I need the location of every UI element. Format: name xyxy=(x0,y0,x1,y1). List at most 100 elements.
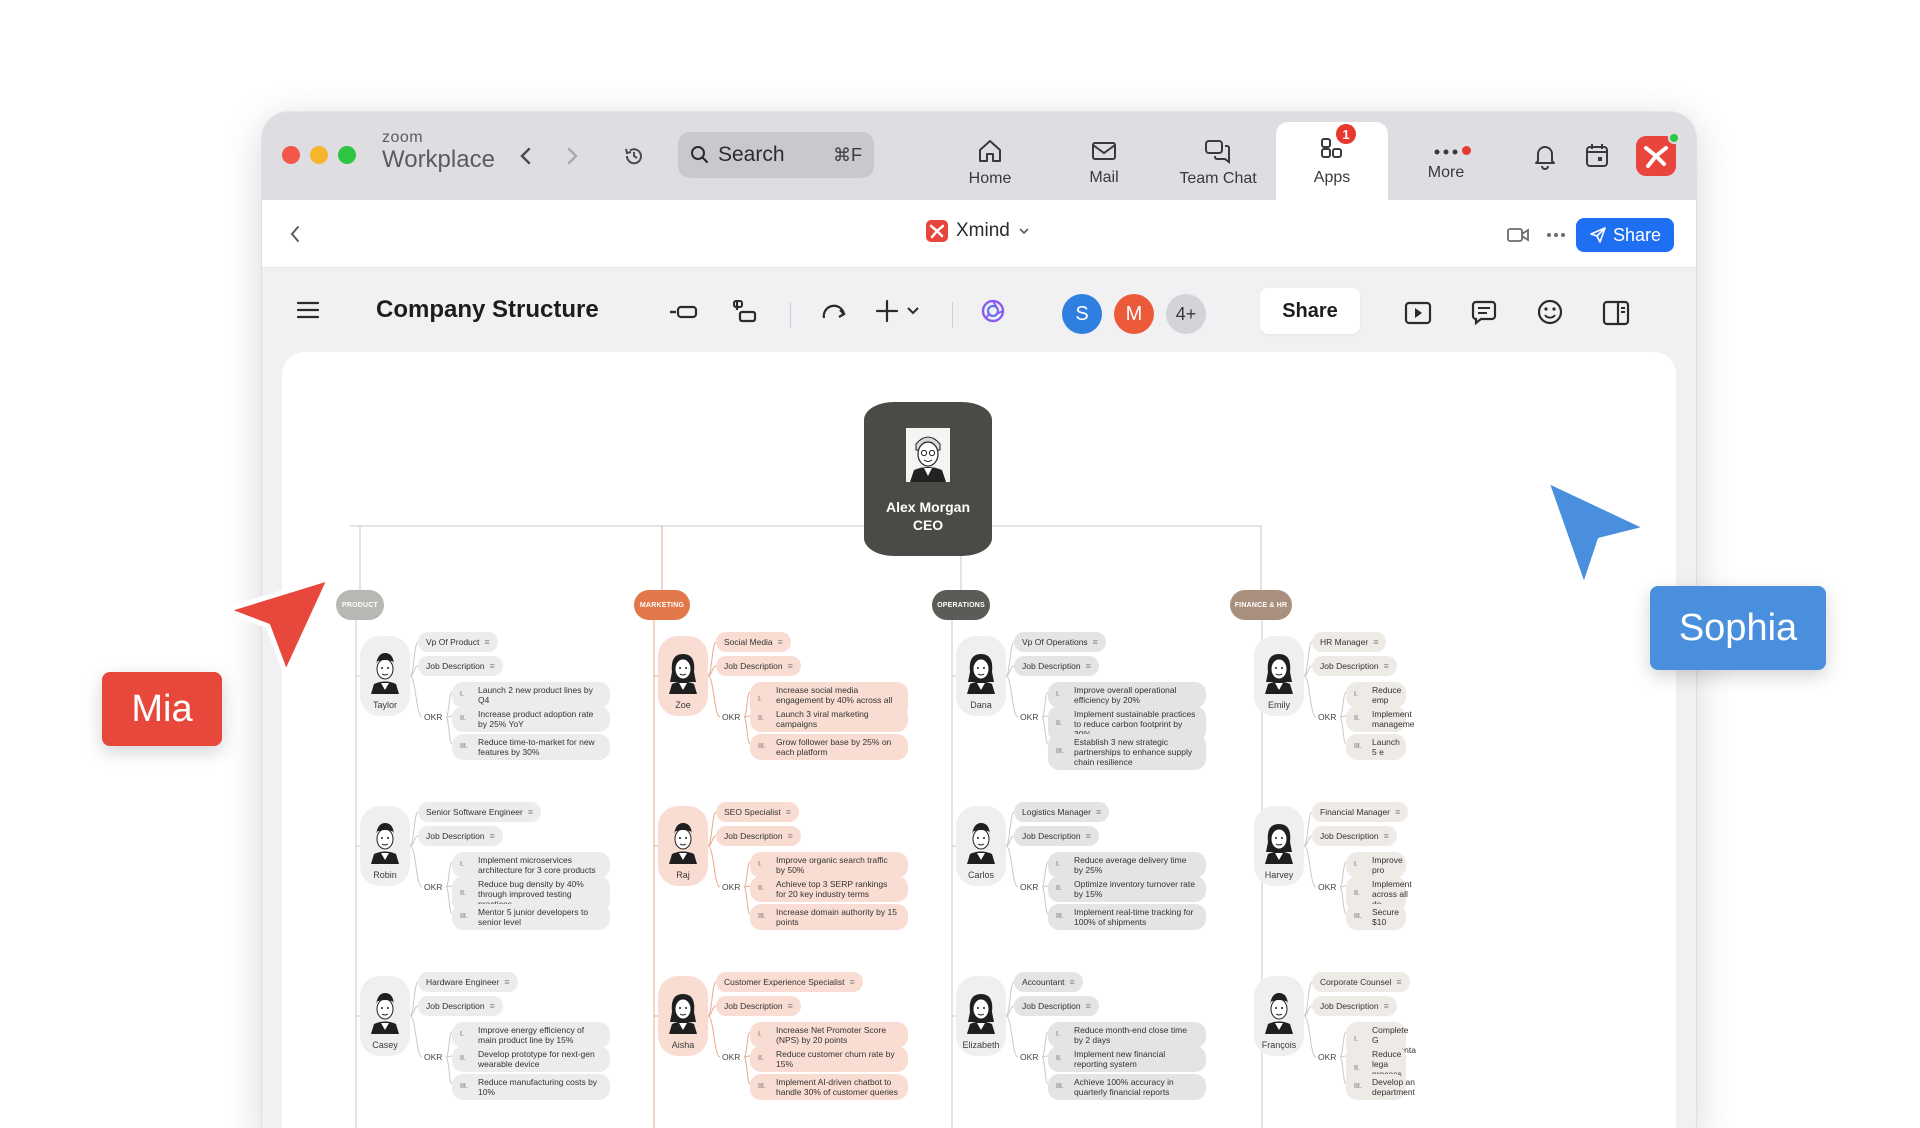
comment-icon[interactable] xyxy=(1470,300,1498,326)
job-description-chip[interactable]: Job Description ≡ xyxy=(418,656,503,676)
role-chip[interactable]: Accountant ≡ xyxy=(1014,972,1083,992)
role-chip[interactable]: Logistics Manager ≡ xyxy=(1014,802,1110,822)
okr-label[interactable]: OKR xyxy=(424,882,442,892)
okr-goal[interactable]: I. Improve pro xyxy=(1346,852,1406,878)
relationship-icon[interactable] xyxy=(820,300,848,324)
role-chip[interactable]: Vp Of Product ≡ xyxy=(418,632,498,652)
nav-team-chat[interactable]: Team Chat xyxy=(1162,126,1274,200)
okr-goal[interactable]: I. Reduce average delivery time by 25% xyxy=(1048,852,1206,878)
okr-label[interactable]: OKR xyxy=(722,712,740,722)
job-description-chip[interactable]: Job Description ≡ xyxy=(1014,826,1099,846)
search-input[interactable]: Search ⌘F xyxy=(678,132,874,178)
plus-icon[interactable] xyxy=(874,298,900,324)
share-button[interactable]: Share xyxy=(1260,288,1360,334)
ai-icon[interactable] xyxy=(978,296,1008,326)
department-topic[interactable]: MARKETING xyxy=(634,590,690,620)
job-description-chip[interactable]: Job Description ≡ xyxy=(418,826,503,846)
emoji-icon[interactable] xyxy=(1536,298,1564,326)
okr-label[interactable]: OKR xyxy=(424,1052,442,1062)
nav-home[interactable]: Home xyxy=(934,126,1046,200)
okr-goal[interactable]: III. Grow follower base by 25% on each pl… xyxy=(750,734,908,760)
okr-goal[interactable]: III. Mentor 5 junior developers to senior… xyxy=(452,904,610,930)
job-description-chip[interactable]: Job Description ≡ xyxy=(1312,826,1397,846)
subtopic-icon[interactable] xyxy=(732,298,758,324)
more-collaborators[interactable]: 4+ xyxy=(1166,294,1206,334)
okr-goal[interactable]: I. Reduce month-end close time by 2 days xyxy=(1048,1022,1206,1048)
insert-dropdown-icon[interactable] xyxy=(906,306,920,316)
job-description-chip[interactable]: Job Description ≡ xyxy=(1014,656,1099,676)
person-card[interactable]: Casey xyxy=(360,976,410,1056)
forward-arrow-icon[interactable] xyxy=(564,146,580,166)
back-arrow-icon[interactable] xyxy=(518,146,534,166)
okr-goal[interactable]: III. Implement real-time tracking for 100… xyxy=(1048,904,1206,930)
job-description-chip[interactable]: Job Description ≡ xyxy=(418,996,503,1016)
okr-goal[interactable]: III. Reduce manufacturing costs by 10% xyxy=(452,1074,610,1100)
person-card[interactable]: Taylor xyxy=(360,636,410,716)
job-description-chip[interactable]: Job Description ≡ xyxy=(1312,996,1397,1016)
collaborator-avatar-m[interactable]: M xyxy=(1114,294,1154,334)
okr-label[interactable]: OKR xyxy=(722,882,740,892)
okr-label[interactable]: OKR xyxy=(1020,712,1038,722)
okr-goal[interactable]: I. Implement microservices architecture f… xyxy=(452,852,610,878)
okr-goal[interactable]: I. Increase Net Promoter Score (NPS) by 2… xyxy=(750,1022,908,1048)
ceo-topic[interactable]: Alex Morgan CEO xyxy=(864,402,992,556)
role-chip[interactable]: SEO Specialist ≡ xyxy=(716,802,799,822)
department-topic[interactable]: PRODUCT xyxy=(336,590,384,620)
okr-goal[interactable]: I. Improve organic search traffic by 50% xyxy=(750,852,908,878)
person-card[interactable]: Raj xyxy=(658,806,708,886)
role-chip[interactable]: Corporate Counsel ≡ xyxy=(1312,972,1410,992)
okr-goal[interactable]: III. Secure $10 xyxy=(1346,904,1406,930)
okr-goal[interactable]: I. Improve overall operational efficiency… xyxy=(1048,682,1206,708)
person-card[interactable]: François xyxy=(1254,976,1304,1056)
okr-label[interactable]: OKR xyxy=(1318,1052,1336,1062)
okr-goal[interactable]: III. Develop an department xyxy=(1346,1074,1415,1100)
okr-label[interactable]: OKR xyxy=(1318,712,1336,722)
okr-goal[interactable]: III. Establish 3 new strategic partnershi… xyxy=(1048,734,1206,770)
nav-apps[interactable]: Apps 1 xyxy=(1276,122,1388,200)
mind-map-canvas[interactable]: Alex Morgan CEO PRODUCT Taylor Vp Of Produ… xyxy=(282,352,1676,1128)
person-card[interactable]: Robin xyxy=(360,806,410,886)
minimize-window-button[interactable] xyxy=(310,146,328,164)
history-icon[interactable] xyxy=(622,144,646,168)
person-card[interactable]: Emily xyxy=(1254,636,1304,716)
role-chip[interactable]: HR Manager ≡ xyxy=(1312,632,1387,652)
hamburger-menu-icon[interactable] xyxy=(296,300,320,320)
person-card[interactable]: Elizabeth xyxy=(956,976,1006,1056)
okr-goal[interactable]: III. Launch 5 e xyxy=(1346,734,1406,760)
present-icon[interactable] xyxy=(1404,300,1432,326)
okr-goal[interactable]: I. Launch 2 new product lines by Q4 xyxy=(452,682,610,708)
person-card[interactable]: Carlos xyxy=(956,806,1006,886)
person-card[interactable]: Aisha xyxy=(658,976,708,1056)
okr-goal[interactable]: II. Implement manageme xyxy=(1346,706,1415,732)
app-share-button[interactable]: Share xyxy=(1576,218,1674,252)
bell-icon[interactable] xyxy=(1532,142,1558,170)
person-card[interactable]: Dana xyxy=(956,636,1006,716)
role-chip[interactable]: Vp Of Operations ≡ xyxy=(1014,632,1106,652)
job-description-chip[interactable]: Job Description ≡ xyxy=(716,826,801,846)
okr-label[interactable]: OKR xyxy=(1020,882,1038,892)
close-window-button[interactable] xyxy=(282,146,300,164)
department-topic[interactable]: OPERATIONS xyxy=(932,590,990,620)
okr-goal[interactable]: III. Increase domain authority by 15 poin… xyxy=(750,904,908,930)
collaborator-avatar-s[interactable]: S xyxy=(1062,294,1102,334)
app-more-icon[interactable] xyxy=(1546,232,1566,238)
app-back-icon[interactable] xyxy=(288,224,302,244)
okr-label[interactable]: OKR xyxy=(1318,882,1336,892)
document-title[interactable]: Company Structure xyxy=(376,296,599,324)
nav-more[interactable]: More xyxy=(1390,126,1502,200)
person-card[interactable]: Harvey xyxy=(1254,806,1304,886)
job-description-chip[interactable]: Job Description ≡ xyxy=(1312,656,1397,676)
job-description-chip[interactable]: Job Description ≡ xyxy=(1014,996,1099,1016)
okr-goal[interactable]: I. Improve energy efficiency of main prod… xyxy=(452,1022,610,1048)
role-chip[interactable]: Social Media ≡ xyxy=(716,632,791,652)
job-description-chip[interactable]: Job Description ≡ xyxy=(716,996,801,1016)
okr-goal[interactable]: III. Achieve 100% accuracy in quarterly f… xyxy=(1048,1074,1206,1100)
nav-mail[interactable]: Mail xyxy=(1048,126,1160,200)
okr-goal[interactable]: II. Achieve top 3 SERP rankings for 20 ke… xyxy=(750,876,908,902)
department-topic[interactable]: FINANCE & HR xyxy=(1230,590,1292,620)
okr-label[interactable]: OKR xyxy=(1020,1052,1038,1062)
role-chip[interactable]: Financial Manager ≡ xyxy=(1312,802,1409,822)
role-chip[interactable]: Customer Experience Specialist ≡ xyxy=(716,972,863,992)
topic-icon[interactable] xyxy=(668,302,698,322)
app-title[interactable]: Xmind xyxy=(926,220,1030,242)
